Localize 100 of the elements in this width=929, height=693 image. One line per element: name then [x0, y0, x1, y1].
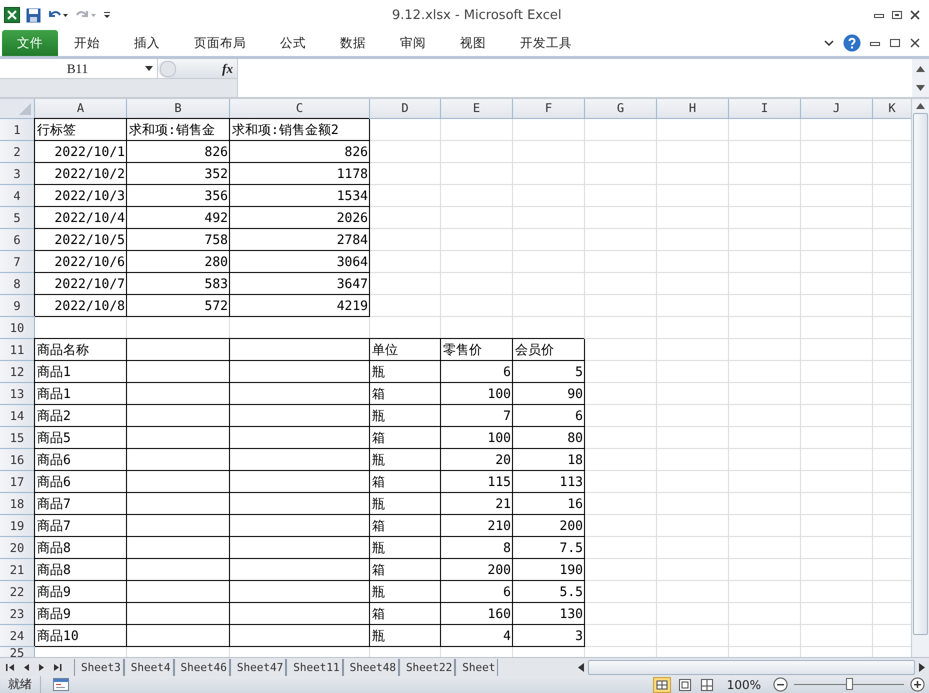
table-cell: 100	[441, 383, 513, 405]
column-header[interactable]: I	[729, 99, 801, 119]
ribbon-tab[interactable]: 开发工具	[504, 30, 590, 56]
row-header[interactable]: 12	[0, 361, 35, 383]
row-header[interactable]: 13	[0, 383, 35, 405]
restore-icon[interactable]	[891, 10, 903, 20]
table-cell	[441, 185, 513, 207]
column-header[interactable]: C	[230, 99, 370, 119]
scroll-thumb[interactable]	[913, 113, 928, 635]
close-icon[interactable]	[909, 10, 921, 20]
ribbon-tab[interactable]: 数据	[324, 30, 384, 56]
scroll-up-icon[interactable]	[916, 103, 925, 109]
row-header[interactable]: 17	[0, 471, 35, 493]
column-header[interactable]: H	[657, 99, 729, 119]
next-sheet-icon[interactable]	[38, 662, 45, 672]
table-cell: 瓶	[370, 493, 441, 515]
column-header[interactable]: J	[801, 99, 873, 119]
formula-field[interactable]	[237, 59, 912, 97]
ribbon-tab[interactable]: 审阅	[384, 30, 444, 56]
zoom-slider[interactable]	[794, 677, 904, 692]
ribbon-tab[interactable]: 文件	[2, 30, 58, 56]
row-header[interactable]: 19	[0, 515, 35, 537]
help-icon[interactable]	[843, 34, 861, 52]
table-cell	[729, 317, 801, 339]
sheet-tab[interactable]: Sheet48	[342, 658, 399, 676]
sheet-tab[interactable]: Sheet47	[230, 658, 286, 676]
table-cell: 零售价	[441, 339, 513, 361]
page-break-icon[interactable]	[698, 678, 715, 692]
scroll-right-icon[interactable]	[919, 662, 925, 672]
column-header[interactable]: D	[370, 99, 441, 119]
table-cell	[729, 449, 801, 471]
table-cell	[370, 141, 441, 163]
table-cell	[729, 383, 801, 405]
row-header[interactable]: 10	[0, 317, 35, 339]
page-layout-icon[interactable]	[676, 678, 693, 692]
first-sheet-icon[interactable]	[6, 662, 15, 672]
table-cell	[729, 471, 801, 493]
ribbon-tab[interactable]: 插入	[118, 30, 178, 56]
column-header[interactable]: B	[127, 99, 230, 119]
insert-function-button[interactable]: fx	[222, 60, 233, 76]
sheet-tab[interactable]: Sheet3	[74, 658, 124, 676]
last-sheet-icon[interactable]	[53, 662, 62, 672]
row-header[interactable]: 1	[0, 119, 35, 141]
excel-logo-icon[interactable]	[4, 7, 20, 23]
row-header[interactable]: 23	[0, 603, 35, 625]
sheet-tab[interactable]: Sheet4	[124, 658, 174, 676]
save-icon[interactable]	[26, 8, 41, 22]
zoom-out-icon[interactable]	[773, 677, 788, 692]
scroll-thumb[interactable]	[588, 660, 915, 675]
row-header[interactable]: 4	[0, 185, 35, 207]
table-cell: 商品9	[35, 581, 127, 603]
scroll-up-icon[interactable]	[916, 66, 925, 72]
row-header[interactable]: 18	[0, 493, 35, 515]
row-header[interactable]: 11	[0, 339, 35, 361]
row-header[interactable]: 14	[0, 405, 35, 427]
zoom-level[interactable]: 100%	[726, 678, 761, 692]
row-header[interactable]: 8	[0, 273, 35, 295]
column-header[interactable]: G	[585, 99, 657, 119]
sheet-tab[interactable]: Sheet	[455, 658, 498, 676]
close-icon[interactable]	[909, 38, 921, 48]
previous-sheet-icon[interactable]	[23, 662, 30, 672]
table-cell: 4	[441, 625, 513, 647]
row-header[interactable]: 7	[0, 251, 35, 273]
normal-view-icon[interactable]	[652, 676, 671, 692]
customize-toolbar-icon[interactable]	[103, 9, 111, 21]
row-header[interactable]: 21	[0, 559, 35, 581]
ribbon-tab[interactable]: 页面布局	[178, 30, 264, 56]
column-header[interactable]: A	[35, 99, 127, 119]
table-cell: 2022/10/1	[35, 141, 127, 163]
row-header[interactable]: 9	[0, 295, 35, 317]
ribbon-tab[interactable]: 开始	[58, 30, 118, 56]
scroll-down-icon[interactable]	[916, 84, 925, 90]
name-box[interactable]: B11	[0, 59, 158, 78]
row-header[interactable]: 16	[0, 449, 35, 471]
column-header[interactable]: F	[513, 99, 585, 119]
sheet-tab[interactable]: Sheet46	[174, 658, 230, 676]
row-header[interactable]: 5	[0, 207, 35, 229]
table-cell	[585, 141, 657, 163]
restore-icon[interactable]	[889, 38, 901, 48]
scroll-left-icon[interactable]	[578, 662, 584, 672]
table-cell	[585, 207, 657, 229]
ribbon-tab[interactable]: 公式	[264, 30, 324, 56]
row-header[interactable]: 22	[0, 581, 35, 603]
row-header[interactable]: 15	[0, 427, 35, 449]
row-header[interactable]: 2	[0, 141, 35, 163]
row-header[interactable]: 3	[0, 163, 35, 185]
row-header[interactable]: 20	[0, 537, 35, 559]
zoom-in-icon[interactable]	[910, 677, 925, 692]
row-header[interactable]: 6	[0, 229, 35, 251]
sheet-tab[interactable]: Sheet11	[286, 658, 343, 676]
row-header[interactable]: 24	[0, 625, 35, 647]
sheet-tab[interactable]: Sheet22	[398, 658, 456, 676]
table-cell: 2022/10/8	[35, 295, 127, 317]
row-header[interactable]: 25	[0, 647, 35, 657]
column-header[interactable]: E	[441, 99, 513, 119]
table-cell	[729, 361, 801, 383]
chevron-icon[interactable]	[823, 38, 835, 48]
ribbon-tab[interactable]: 视图	[444, 30, 504, 56]
macro-record-icon[interactable]	[53, 678, 69, 691]
column-header[interactable]: K	[873, 99, 912, 119]
